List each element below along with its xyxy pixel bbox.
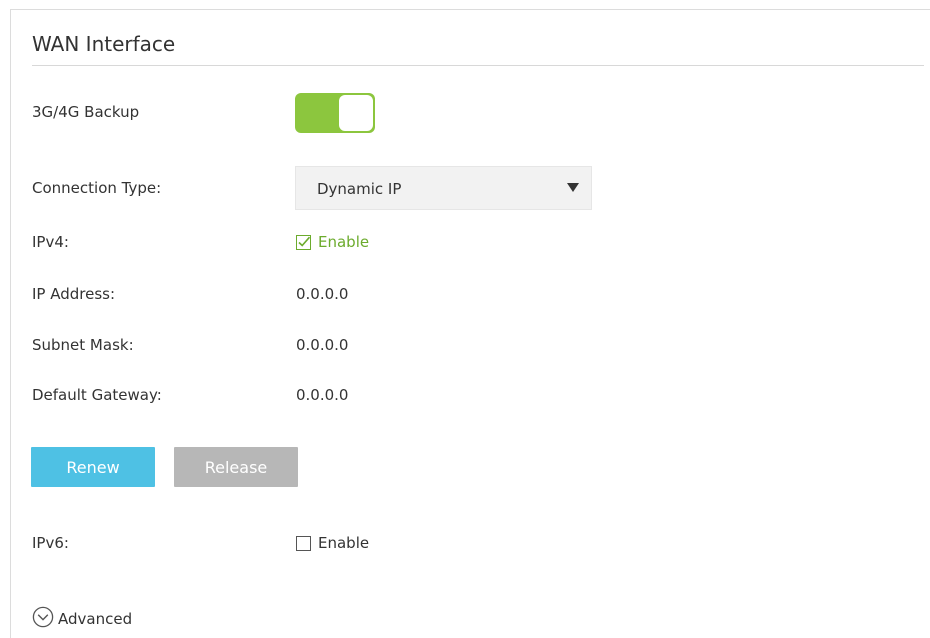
connection-type-select[interactable]: Dynamic IP	[295, 166, 592, 210]
subnet-mask-value: 0.0.0.0	[296, 336, 349, 354]
ipv4-label: IPv4:	[32, 233, 69, 251]
ip-address-label: IP Address:	[32, 285, 116, 303]
backup-label: 3G/4G Backup	[32, 103, 140, 121]
connection-type-label: Connection Type:	[32, 179, 162, 197]
ipv4-enable-checkbox[interactable]: Enable	[296, 232, 369, 252]
ipv6-enable-label: Enable	[318, 534, 370, 552]
wan-interface-panel: WAN Interface 3G/4G Backup Connection Ty…	[10, 9, 930, 638]
advanced-label: Advanced	[58, 610, 133, 628]
subnet-mask-label: Subnet Mask:	[32, 336, 134, 354]
release-button[interactable]: Release	[174, 447, 298, 487]
ipv6-enable-checkbox[interactable]: Enable	[296, 533, 369, 553]
default-gateway-label: Default Gateway:	[32, 386, 162, 404]
chevron-down-circle-icon	[32, 606, 54, 632]
checkbox-unchecked-icon	[296, 535, 311, 551]
toggle-knob	[339, 95, 373, 131]
caret-down-icon	[567, 183, 579, 192]
connection-type-value: Dynamic IP	[317, 180, 402, 198]
renew-button[interactable]: Renew	[31, 447, 155, 487]
ipv4-enable-label: Enable	[318, 233, 370, 251]
default-gateway-value: 0.0.0.0	[296, 386, 349, 404]
backup-toggle[interactable]	[295, 93, 375, 133]
ip-address-value: 0.0.0.0	[296, 285, 349, 303]
section-title: WAN Interface	[32, 32, 176, 56]
advanced-toggle[interactable]: Advanced	[32, 606, 132, 632]
ipv6-label: IPv6:	[32, 534, 69, 552]
title-divider	[32, 65, 924, 66]
checkbox-checked-icon	[296, 234, 311, 250]
